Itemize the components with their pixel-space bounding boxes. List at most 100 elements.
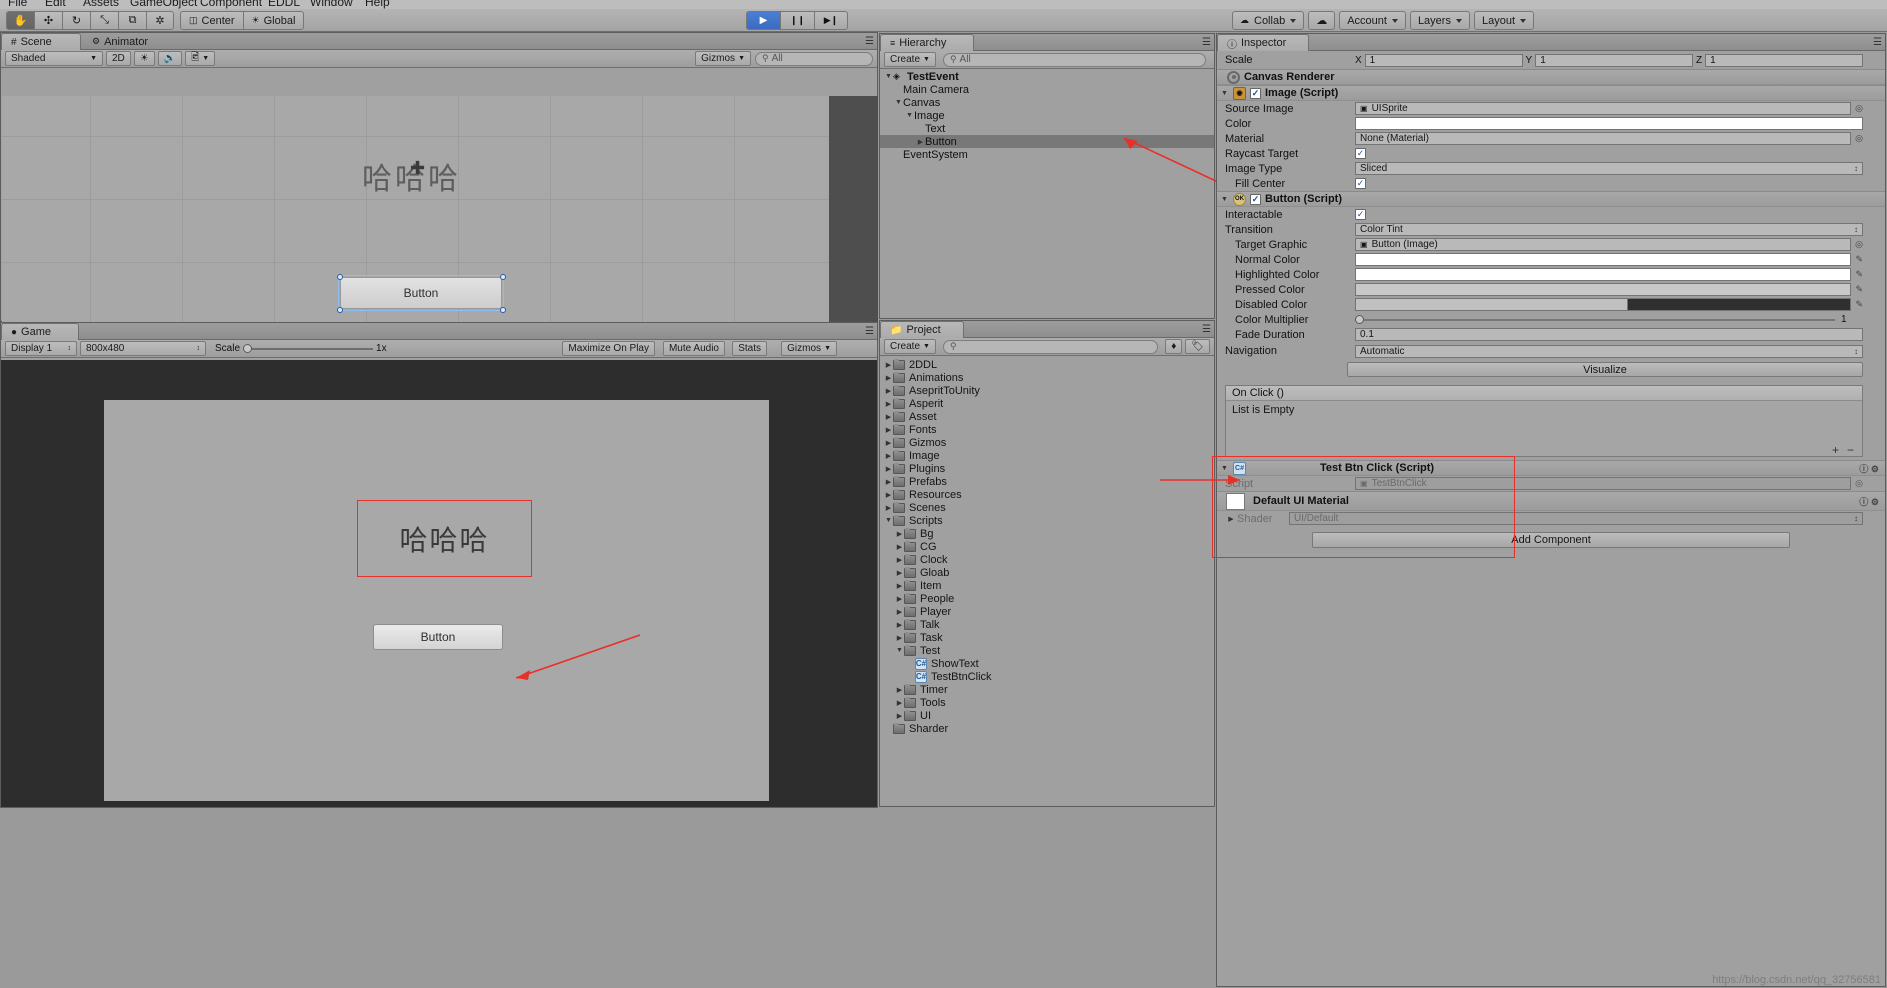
chevron-expanded-icon[interactable]: ▼ (884, 73, 893, 80)
project-item-tools[interactable]: ▶ Tools (880, 696, 1214, 709)
lighting-toggle[interactable]: ☀ (133, 51, 155, 66)
chevron-collapsed-icon[interactable]: ▶ (884, 439, 893, 447)
resize-handle-tl[interactable] (337, 274, 343, 280)
inspector-options-icon[interactable]: ☰ (1873, 37, 1882, 48)
chevron-collapsed-icon[interactable]: ▶ (884, 413, 893, 421)
navigation-dropdown[interactable]: Automatic (1355, 344, 1863, 358)
visualize-button[interactable]: Visualize (1347, 362, 1863, 377)
target-graphic-picker-icon[interactable]: ◎ (1855, 239, 1863, 250)
chevron-expanded-icon[interactable]: ▼ (895, 647, 904, 654)
chevron-expanded-icon[interactable]: ▼ (1220, 196, 1229, 203)
tab-inspector[interactable]: ⓘ Inspector (1217, 34, 1309, 51)
hierarchy-item-testevent[interactable]: ▼ ◈ TestEvent (880, 70, 1214, 83)
chevron-collapsed-icon[interactable]: ▶ (884, 452, 893, 460)
default-ui-material-header[interactable]: Default UI Material ⓘ ⚙ (1217, 491, 1885, 511)
target-graphic-field[interactable]: ▣ Button (Image) (1355, 238, 1852, 251)
highlighted-color-swatch[interactable] (1355, 268, 1852, 281)
move-tool-button[interactable]: ✣ (34, 11, 62, 30)
project-item-showtext[interactable]: ▶C#ShowText (880, 657, 1214, 670)
project-item-prefabs[interactable]: ▶ Prefabs (880, 475, 1214, 488)
project-search-input[interactable]: ⚲ (942, 339, 1159, 354)
chevron-expanded-icon[interactable]: ▼ (884, 517, 893, 524)
test-btn-click-header[interactable]: ▼ C# Test Btn Click (Script) ⓘ ⚙ (1217, 460, 1885, 476)
chevron-collapsed-icon[interactable]: ▶ (895, 608, 904, 616)
add-component-button[interactable]: Add Component (1312, 532, 1790, 548)
color-multiplier-slider[interactable]: 1 (1355, 314, 1863, 325)
hierarchy-options-icon[interactable]: ☰ (1202, 37, 1211, 48)
button-script-header[interactable]: ▼ OK ✓ Button (Script) (1217, 191, 1885, 207)
menu-item-gameobject[interactable]: GameObject (130, 0, 197, 9)
menu-bar[interactable]: File Edit Assets GameObject Component ED… (0, 0, 1887, 9)
project-filter-type-button[interactable]: ♦ (1165, 339, 1183, 354)
project-create-button[interactable]: Create ▼ (884, 339, 936, 354)
hierarchy-item-text[interactable]: Text (880, 122, 1214, 135)
canvas-renderer-header[interactable]: Canvas Renderer (1217, 69, 1885, 85)
resize-handle-bl[interactable] (337, 307, 343, 313)
project-item-scenes[interactable]: ▶ Scenes (880, 501, 1214, 514)
playback-controls[interactable]: ▶ ❙❙ ▶❙ (746, 11, 848, 30)
toolbar-right-group[interactable]: ☁ Collab ☁ Account Layers Layout (1232, 11, 1534, 30)
tab-animator[interactable]: ⚙ Animator (83, 33, 169, 50)
interactable-checkbox[interactable]: ✓ (1355, 209, 1366, 220)
game-options-icon[interactable]: ☰ (865, 326, 874, 337)
chevron-collapsed-icon[interactable]: ▶ (895, 621, 904, 629)
image-enabled-checkbox[interactable]: ✓ (1250, 87, 1261, 99)
pivot-space-group[interactable]: ◫ Center ☀ Global (180, 11, 305, 30)
resize-handle-tr[interactable] (500, 274, 506, 280)
menu-item-window[interactable]: Window (310, 0, 353, 9)
tab-project[interactable]: 📁 Project (880, 321, 964, 338)
fade-duration-input[interactable]: 0.1 (1355, 328, 1863, 341)
menu-item-assets[interactable]: Assets (83, 0, 119, 9)
chevron-collapsed-icon[interactable]: ▶ (895, 634, 904, 642)
shading-mode-dropdown[interactable]: Shaded ▼ (5, 51, 103, 66)
project-item-timer[interactable]: ▶ Timer (880, 683, 1214, 696)
hierarchy-item-eventsystem[interactable]: EventSystem (880, 148, 1214, 161)
pause-button[interactable]: ❙❙ (780, 11, 814, 30)
tab-scene[interactable]: # Scene (1, 33, 81, 50)
display-dropdown[interactable]: Display 1 ↕ (5, 341, 77, 356)
image-script-header[interactable]: ▼ ◉ ✓ Image (Script) (1217, 85, 1885, 101)
hierarchy-item-button[interactable]: ▶ Button (880, 135, 1214, 148)
resize-handle-br[interactable] (500, 307, 506, 313)
game-button-object[interactable]: Button (373, 624, 503, 650)
color-swatch-field[interactable] (1355, 117, 1863, 130)
material-picker-icon[interactable]: ◎ (1855, 133, 1863, 144)
mode-2d-toggle[interactable]: 2D (106, 51, 131, 66)
play-button[interactable]: ▶ (746, 11, 780, 30)
scale-x-input[interactable]: 1 (1364, 53, 1523, 67)
project-item-task[interactable]: ▶ Task (880, 631, 1214, 644)
chevron-collapsed-icon[interactable]: ▶ (895, 686, 904, 694)
audio-toggle[interactable]: 🔊 (157, 51, 183, 66)
chevron-collapsed-icon[interactable]: ▶ (884, 374, 893, 382)
mute-audio-toggle[interactable]: Mute Audio (662, 341, 725, 356)
material-options-icon[interactable]: ⓘ ⚙ (1859, 495, 1879, 508)
tab-game[interactable]: ● Game (1, 323, 79, 340)
step-button[interactable]: ▶❙ (814, 11, 848, 30)
chevron-expanded-icon[interactable]: ▼ (905, 112, 914, 119)
disabled-color-swatch[interactable] (1355, 298, 1852, 311)
image-type-dropdown[interactable]: Sliced (1355, 162, 1863, 175)
chevron-expanded-icon[interactable]: ▼ (1220, 465, 1229, 472)
project-item-aseprittounity[interactable]: ▶ AsepritToUnity (880, 384, 1214, 397)
scene-options-icon[interactable]: ☰ (865, 36, 874, 47)
layout-button[interactable]: Layout (1473, 11, 1534, 30)
transition-dropdown[interactable]: Color Tint (1355, 223, 1863, 236)
transform-tools-group[interactable]: ✋ ✣ ↻ ⤡ ⧉ ✲ (6, 11, 174, 30)
project-item-item[interactable]: ▶ Item (880, 579, 1214, 592)
button-enabled-checkbox[interactable]: ✓ (1250, 193, 1261, 205)
space-mode-button[interactable]: ☀ Global (242, 11, 305, 30)
scale-knob[interactable] (243, 344, 253, 353)
chevron-collapsed-icon[interactable]: ▶ (895, 569, 904, 577)
fx-dropdown[interactable]: 🖻 ▼ (185, 51, 216, 66)
project-item-player[interactable]: ▶ Player (880, 605, 1214, 618)
color-multiplier-knob[interactable] (1355, 314, 1364, 324)
chevron-collapsed-icon[interactable]: ▶ (895, 712, 904, 720)
chevron-collapsed-icon[interactable]: ▶ (895, 595, 904, 603)
scene-search-input[interactable]: ⚲ All (755, 51, 873, 66)
project-filter-label-button[interactable]: 🏷 (1185, 339, 1210, 354)
project-item-clock[interactable]: ▶ Clock (880, 553, 1214, 566)
game-viewport[interactable]: 哈哈哈 Button (1, 360, 877, 807)
project-item-asperit[interactable]: ▶ Asperit (880, 397, 1214, 410)
chevron-collapsed-icon[interactable]: ▶ (884, 387, 893, 395)
menu-item-edit[interactable]: Edit (45, 0, 66, 9)
